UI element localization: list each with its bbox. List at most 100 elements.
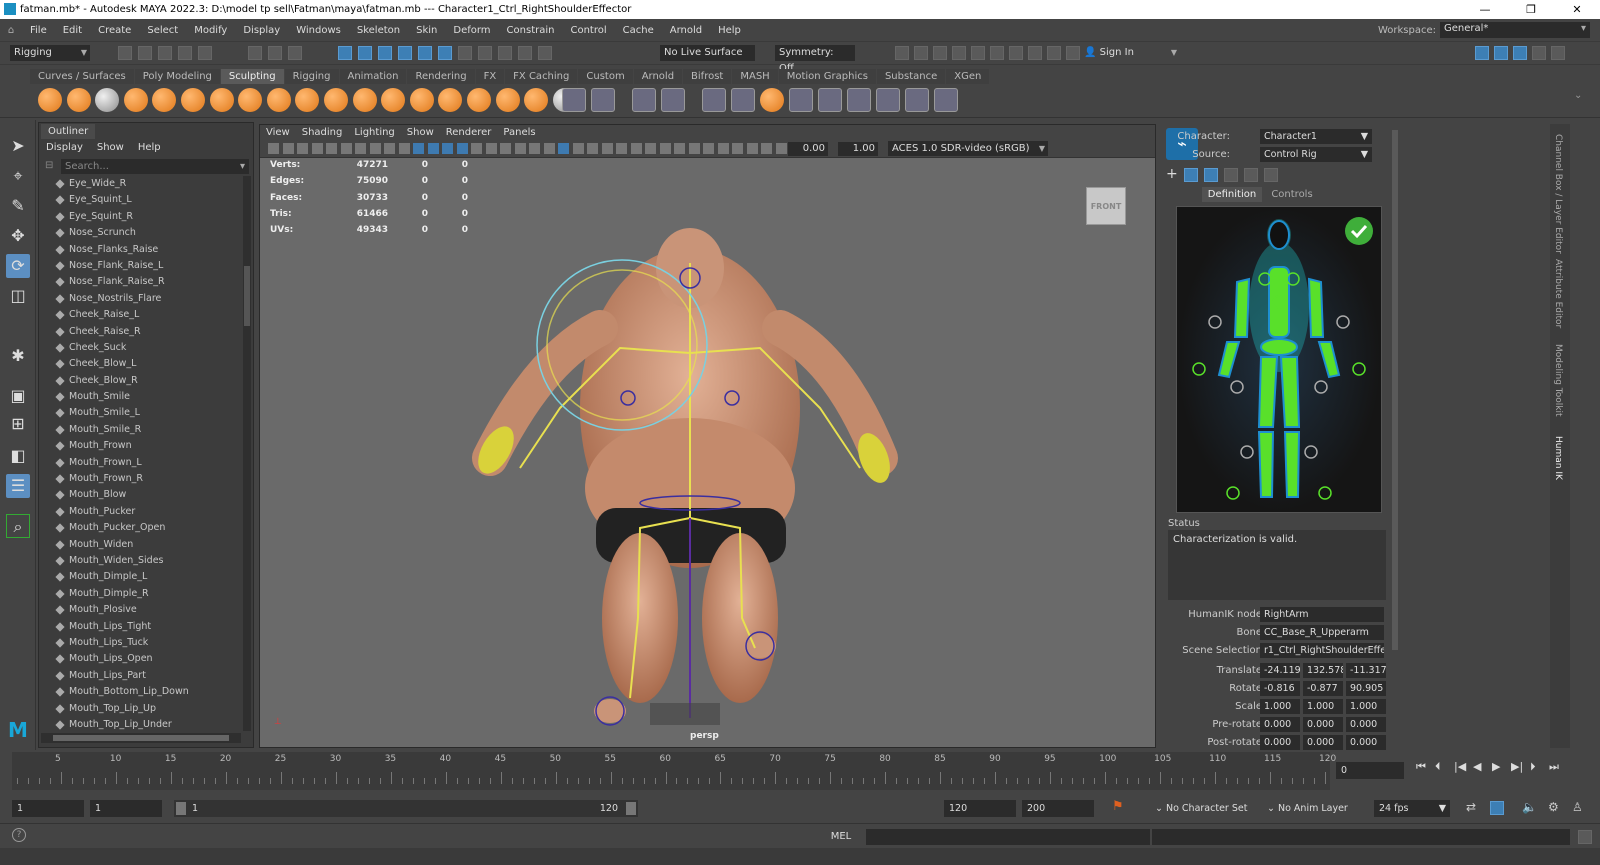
sculpt-brush-icon[interactable] xyxy=(123,88,148,112)
viewport-tool-icon[interactable] xyxy=(471,143,482,154)
render-tool-icon[interactable] xyxy=(895,46,909,60)
select-hierarchy-icon[interactable] xyxy=(248,46,262,60)
list-item[interactable]: Eye_Wide_R xyxy=(41,176,241,192)
menu-modify[interactable]: Modify xyxy=(186,25,235,36)
render-tool-icon[interactable] xyxy=(1047,46,1061,60)
menu-file[interactable]: File xyxy=(22,25,55,36)
prerotate-field-x[interactable]: 0.000 xyxy=(1260,717,1300,732)
viewport-tool-icon[interactable] xyxy=(268,143,279,154)
layout-toggle-icon[interactable] xyxy=(1551,46,1565,60)
menu-skeleton[interactable]: Skeleton xyxy=(349,25,408,36)
history-icon[interactable] xyxy=(458,46,472,60)
list-item[interactable]: Mouth_Frown_L xyxy=(41,455,241,471)
viewport-tool-icon[interactable] xyxy=(703,143,714,154)
exposure-field[interactable]: 0.00 xyxy=(788,142,828,156)
viewport-tool-icon[interactable] xyxy=(587,143,598,154)
shelf-tool-icon[interactable] xyxy=(731,88,755,112)
folder-icon[interactable] xyxy=(1224,168,1238,182)
render-tool-icon[interactable] xyxy=(1066,46,1080,60)
list-item[interactable]: Eye_Squint_L xyxy=(41,192,241,208)
character-set-dropdown[interactable]: ⌄ No Character Set xyxy=(1150,800,1258,817)
trash-icon[interactable] xyxy=(1264,168,1278,182)
shelf-tool-icon[interactable] xyxy=(876,88,900,112)
home-icon[interactable]: ⌂ xyxy=(0,25,22,36)
four-view-icon[interactable]: ⊞ xyxy=(6,412,30,436)
render-tool-icon[interactable] xyxy=(952,46,966,60)
viewport-tool-icon[interactable] xyxy=(558,143,569,154)
shelf-tab-curves-surfaces[interactable]: Curves / Surfaces xyxy=(30,69,134,84)
play-back-icon[interactable]: ◀ xyxy=(1473,760,1481,773)
list-item[interactable]: Nose_Flank_Raise_L xyxy=(41,258,241,274)
shelf-tab-animation[interactable]: Animation xyxy=(339,69,407,84)
sculpt-brush-icon[interactable] xyxy=(152,88,177,112)
render-icon[interactable] xyxy=(478,46,492,60)
undo-icon[interactable] xyxy=(178,46,192,60)
shelf-tool-icon[interactable] xyxy=(818,88,842,112)
viewport-tool-icon[interactable] xyxy=(630,143,642,154)
new-scene-icon[interactable] xyxy=(118,46,132,60)
viewport-tool-icon[interactable] xyxy=(746,143,758,154)
search-icon[interactable]: ⌕ xyxy=(6,514,30,538)
viewport-tool-icon[interactable] xyxy=(514,143,526,154)
outliner-menu-help[interactable]: Help xyxy=(131,140,168,156)
make-live-icon[interactable] xyxy=(438,46,452,60)
viewport-tool-icon[interactable] xyxy=(500,143,511,154)
sound-icon[interactable]: 🔈 xyxy=(1522,800,1537,814)
layout-toggle-icon[interactable] xyxy=(1513,46,1527,60)
paint-select-icon[interactable]: ✎ xyxy=(6,194,30,218)
prev-key-icon[interactable]: |◀ xyxy=(1454,760,1466,773)
menu-windows[interactable]: Windows xyxy=(288,25,349,36)
anim-layer-dropdown[interactable]: ⌄ No Anim Layer xyxy=(1262,800,1362,817)
go-to-end-icon[interactable]: ⏭ xyxy=(1549,760,1559,774)
move-tool-icon[interactable]: ✥ xyxy=(6,224,30,248)
viewport-tool-icon[interactable] xyxy=(398,143,410,154)
auto-key-icon[interactable]: ⚑ xyxy=(1112,799,1124,814)
sculpt-brush-icon[interactable] xyxy=(381,88,406,112)
viewport-tool-icon[interactable] xyxy=(485,143,497,154)
list-item[interactable]: Mouth_Pucker_Open xyxy=(41,520,241,536)
preferences-icon[interactable]: ⚙ xyxy=(1548,800,1559,814)
sign-in-button[interactable]: 👤 Sign In ▼ xyxy=(1080,45,1180,61)
range-slider-bar[interactable]: 1 120 xyxy=(174,800,638,817)
close-button[interactable]: ✕ xyxy=(1554,0,1600,19)
viewport-tool-icon[interactable] xyxy=(601,143,613,154)
step-back-icon[interactable]: ⏴ xyxy=(1435,760,1441,774)
lasso-tool-icon[interactable]: ⌖ xyxy=(6,164,30,188)
shelf-tool-icon[interactable] xyxy=(632,88,656,112)
shelf-tool-icon[interactable] xyxy=(661,88,685,112)
list-item[interactable]: Mouth_Bottom_Lip_Down xyxy=(41,684,241,700)
select-object-icon[interactable] xyxy=(268,46,282,60)
translate-field-x[interactable]: -24.119 xyxy=(1260,663,1300,678)
sculpt-brush-icon[interactable] xyxy=(66,88,91,112)
loop-icon[interactable]: ⇄ xyxy=(1466,800,1476,814)
render-tool-icon[interactable] xyxy=(1028,46,1042,60)
list-item[interactable]: Mouth_Lips_Part xyxy=(41,668,241,684)
shelf-tab-motion-graphics[interactable]: Motion Graphics xyxy=(778,69,876,84)
shelf-tool-icon[interactable] xyxy=(702,88,726,112)
list-item[interactable]: Mouth_Lips_Tuck xyxy=(41,635,241,651)
shelf-tab-custom[interactable]: Custom xyxy=(578,69,633,84)
help-icon[interactable]: ? xyxy=(12,828,26,842)
render-settings-icon[interactable] xyxy=(518,46,532,60)
list-item[interactable]: Cheek_Raise_L xyxy=(41,307,241,323)
bone-field[interactable]: CC_Base_R_Upperarm xyxy=(1260,625,1384,640)
ipr-icon[interactable] xyxy=(498,46,512,60)
shelf-tab-substance[interactable]: Substance xyxy=(876,69,946,84)
open-scene-icon[interactable] xyxy=(138,46,152,60)
side-tab-attribute-editor[interactable]: Attribute Editor xyxy=(1553,259,1563,328)
shelf-tab-poly-modeling[interactable]: Poly Modeling xyxy=(134,69,220,84)
sculpt-brush-icon[interactable] xyxy=(181,88,205,112)
rotate-field-y[interactable]: -0.877 xyxy=(1303,681,1343,696)
list-item[interactable]: Mouth_Lips_Tight xyxy=(41,619,241,635)
viewport-tool-icon[interactable] xyxy=(543,143,555,154)
add-icon[interactable]: + xyxy=(1166,166,1178,182)
fps-dropdown[interactable]: 24 fps ▼ xyxy=(1374,800,1450,817)
character-icon[interactable]: ♙ xyxy=(1572,800,1583,814)
list-item[interactable]: Mouth_Top_Lip_Up xyxy=(41,701,241,717)
menu-deform[interactable]: Deform xyxy=(445,25,498,36)
sculpt-brush-icon[interactable] xyxy=(495,88,520,112)
menu-select[interactable]: Select xyxy=(139,25,186,36)
list-item[interactable]: Mouth_Dimple_R xyxy=(41,586,241,602)
layout-toggle-icon[interactable] xyxy=(1532,46,1546,60)
viewport-tool-icon[interactable] xyxy=(456,143,468,154)
